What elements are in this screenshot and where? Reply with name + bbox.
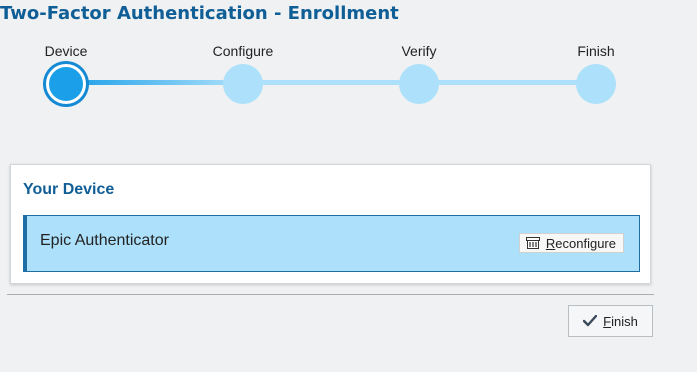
enrollment-stepper: Device Configure Verify Finish	[0, 40, 697, 120]
reconfigure-label: Reconfigure	[545, 235, 616, 251]
step-indicator	[399, 64, 439, 104]
step-verify: Verify	[369, 40, 469, 104]
checkmark-icon	[582, 314, 598, 327]
step-device: Device	[16, 40, 116, 104]
step-finish: Finish	[546, 40, 646, 104]
step-configure: Configure	[193, 40, 293, 104]
device-settings-icon	[525, 237, 540, 249]
step-indicator-active	[46, 64, 86, 104]
step-label: Finish	[577, 43, 615, 59]
step-indicator	[576, 64, 616, 104]
device-name: Epic Authenticator	[40, 232, 169, 249]
card-title: Your Device	[23, 181, 115, 198]
your-device-card: Your Device Epic Authenticator Reconfigu…	[10, 164, 651, 284]
finish-button[interactable]: Finish	[568, 305, 653, 337]
finish-label: Finish	[603, 313, 638, 329]
reconfigure-button[interactable]: Reconfigure	[518, 233, 624, 253]
footer-divider	[7, 294, 654, 295]
step-label: Verify	[401, 43, 437, 59]
device-row[interactable]: Epic Authenticator Reconfigure	[23, 215, 640, 272]
step-label: Device	[44, 43, 88, 59]
step-label: Configure	[212, 43, 274, 59]
step-indicator	[223, 64, 263, 104]
page-title: Two-Factor Authentication - Enrollment	[0, 3, 399, 24]
